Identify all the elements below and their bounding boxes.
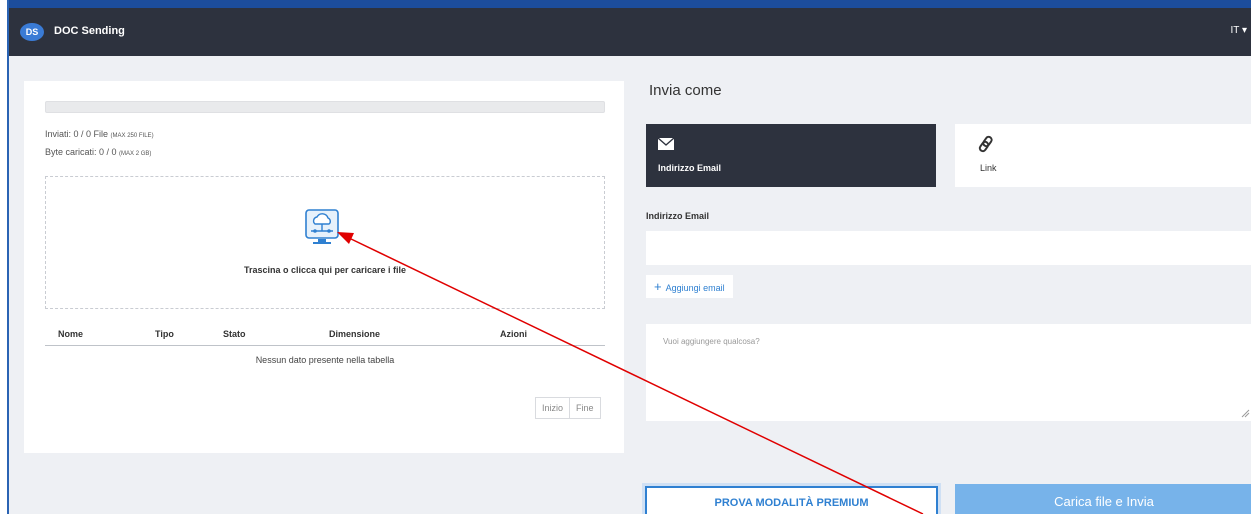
chevron-down-icon: ▾ [1241,25,1247,36]
top-navbar: DS DOC Sending IT ▾ [9,0,1251,56]
envelope-icon [658,138,674,150]
uploaded-bytes-label: Byte caricati: 0 / 0 [45,147,117,157]
column-header-stato[interactable]: Stato [223,329,246,339]
send-as-title: Invia come [649,82,722,99]
sent-files-stat: Inviati: 0 / 0 File (MAX 250 FILE) [45,129,154,139]
add-email-label: Aggiungi email [665,283,725,293]
column-header-tipo[interactable]: Tipo [155,329,174,339]
pager-last-button[interactable]: Fine [569,398,600,418]
email-field[interactable] [646,231,1251,265]
cloud-upload-icon [305,209,339,244]
upload-and-send-button[interactable]: Carica file e Invia [955,484,1251,514]
uploaded-bytes-stat: Byte caricati: 0 / 0 (MAX 2 GB) [45,147,151,157]
add-email-button[interactable]: + Aggiungi email [646,275,733,298]
app-title[interactable]: DOC Sending [54,25,125,37]
app-logo[interactable]: DS [20,23,44,41]
plus-icon: + [654,279,662,294]
column-header-azioni: Azioni [500,329,527,339]
pager-first-button[interactable]: Inizio [536,398,569,418]
column-header-nome[interactable]: Nome [58,329,83,339]
language-selector[interactable]: IT ▾ [1230,25,1247,36]
table-empty-message: Nessun dato presente nella tabella [255,355,395,365]
link-icon [978,135,993,153]
email-field-label: Indirizzo Email [646,211,710,221]
upload-progress-bar [45,101,605,113]
send-option-email-label: Indirizzo Email [658,163,722,173]
dropzone-label: Trascina o clicca qui per caricare i fil… [243,265,407,275]
message-textarea[interactable] [646,324,1251,421]
column-header-dimensione[interactable]: Dimensione [329,329,380,339]
table-pagination: Inizio Fine [535,397,601,419]
upload-panel: Inviati: 0 / 0 File (MAX 250 FILE) Byte … [24,81,624,453]
files-table-header: Nome Tipo Stato Dimensione Azioni [45,329,605,346]
sent-files-limit: (MAX 250 FILE) [110,133,154,139]
premium-trial-button[interactable]: PROVA MODALITÀ PREMIUM [645,486,938,514]
send-option-link[interactable]: Link [955,124,1251,187]
sent-files-label: Inviati: 0 / 0 File [45,129,109,139]
language-label: IT [1230,25,1240,36]
send-option-email[interactable]: Indirizzo Email [646,124,936,187]
file-dropzone[interactable]: Trascina o clicca qui per caricare i fil… [45,176,605,309]
app-frame: DS DOC Sending IT ▾ Inviati: 0 / 0 File … [7,0,1251,514]
send-option-link-label: Link [980,163,997,173]
resize-grip-icon[interactable] [1241,409,1250,418]
uploaded-bytes-limit: (MAX 2 GB) [119,151,152,157]
